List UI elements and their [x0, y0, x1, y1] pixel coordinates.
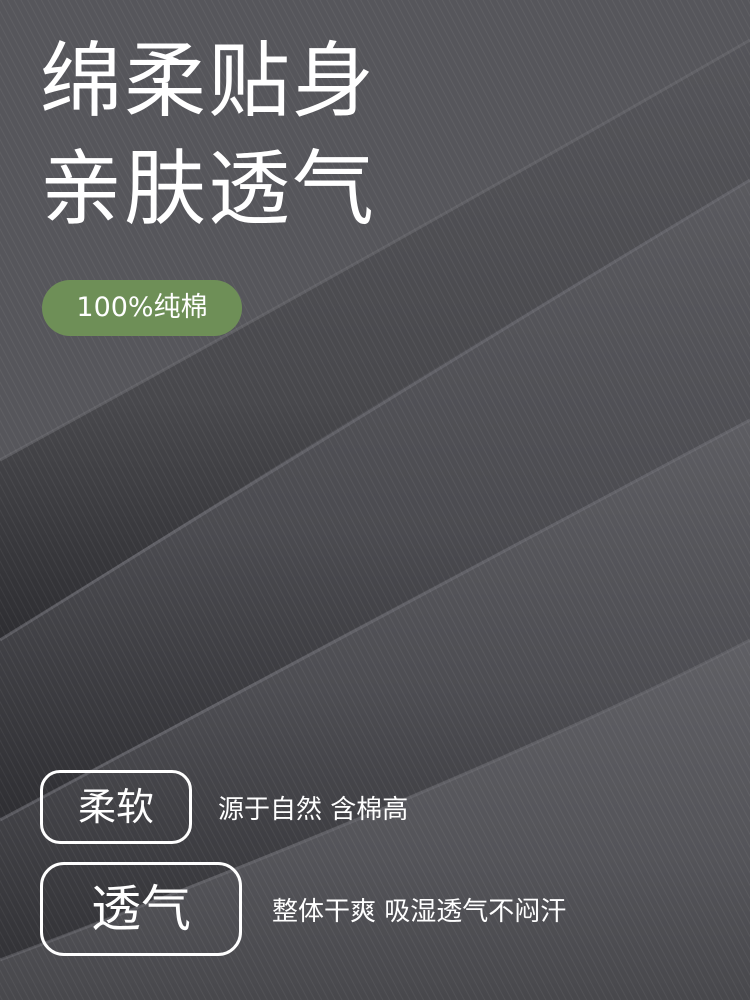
- feature-description: 源于自然 含棉高: [218, 794, 409, 825]
- feature-label-box: 透气: [40, 862, 242, 956]
- cotton-badge: 100%纯棉: [42, 280, 242, 336]
- feature-breathable: 透气 整体干爽 吸湿透气不闷汗: [40, 862, 566, 956]
- feature-description: 整体干爽 吸湿透气不闷汗: [272, 896, 567, 927]
- feature-label-box: 柔软: [40, 770, 192, 844]
- headline-line-2: 亲肤透气: [40, 142, 377, 237]
- headline-line-1: 绵柔贴身: [40, 34, 377, 129]
- product-image: 绵柔贴身 亲肤透气 100%纯棉 柔软 源于自然 含棉高 透气 整体干爽 吸湿透…: [0, 0, 750, 1000]
- feature-softness: 柔软 源于自然 含棉高: [40, 770, 408, 844]
- headline: 绵柔贴身 亲肤透气: [40, 28, 376, 244]
